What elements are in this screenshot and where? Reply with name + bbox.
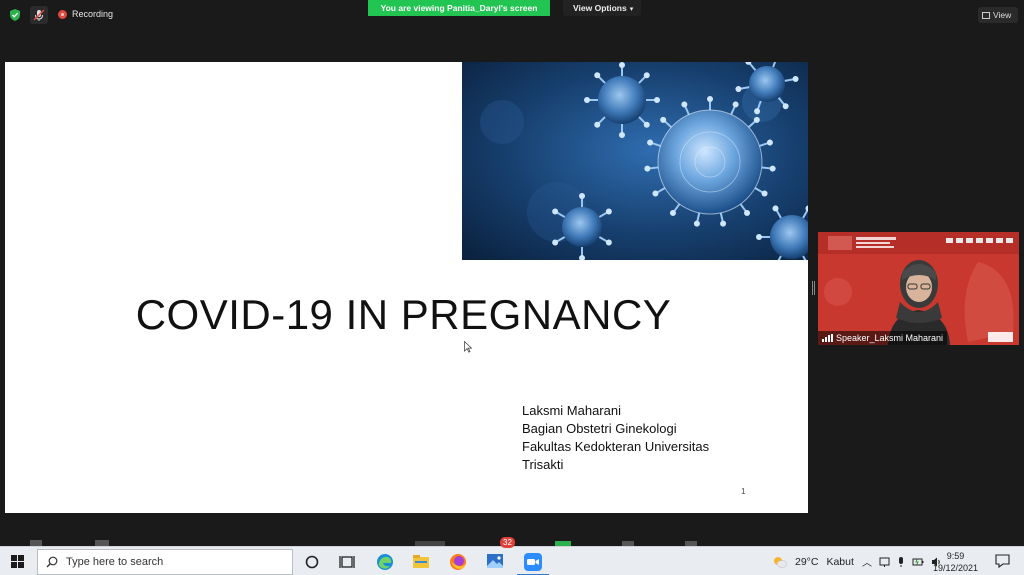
chevron-down-icon: ▾: [629, 6, 634, 13]
view-button[interactable]: View: [978, 7, 1018, 23]
weather-widget[interactable]: 29°C Kabut: [772, 547, 854, 575]
weather-temp: 29°C: [795, 555, 819, 568]
record-icon: [58, 9, 67, 19]
signal-bars-icon: [822, 334, 833, 342]
firefox-icon[interactable]: [447, 551, 469, 573]
author-faculty: Fakultas Kedokteran Universitas: [522, 439, 710, 454]
grid-view-icon: [982, 11, 990, 19]
search-icon: [46, 556, 58, 568]
meeting-top-bar: Recording You are viewing Panitia_Daryl'…: [0, 0, 1024, 30]
cortana-icon[interactable]: [301, 551, 323, 573]
photos-icon: [487, 554, 503, 568]
speaker-video-feed: [818, 232, 1019, 345]
shared-screen-slide[interactable]: COVID-19 IN PREGNANCY Laksmi Maharani Ba…: [5, 62, 808, 513]
speaker-name-label: Speaker_Laksmi Maharani: [818, 331, 948, 345]
slide-title-text: COVID-19 IN PREGNANCY: [135, 291, 672, 338]
clock-time: 9:59: [946, 551, 965, 561]
view-label: View: [993, 10, 1012, 20]
panel-resize-handle[interactable]: [812, 281, 815, 295]
photos-app-button[interactable]: [484, 550, 506, 575]
shield-icon[interactable]: [8, 8, 22, 22]
system-tray: ︿: [862, 547, 942, 575]
recording-label: Recording: [72, 9, 114, 19]
weather-desc: Kabut: [826, 555, 854, 568]
search-placeholder: Type here to search: [66, 556, 164, 568]
network-monitor-icon[interactable]: [879, 556, 890, 568]
taskbar-clock[interactable]: 9:59 19/12/2021: [933, 550, 978, 574]
recording-indicator[interactable]: Recording: [58, 9, 113, 19]
mouse-cursor-icon: [464, 341, 472, 353]
windows-taskbar: Type here to search 29°C Kabut ︿ 9:59 19…: [0, 546, 1024, 575]
viewing-screen-banner: You are viewing Panitia_Daryl's screen: [368, 0, 550, 16]
speaker-name: Speaker_Laksmi Maharani: [836, 333, 944, 343]
slide-author-block: Laksmi Maharani Bagian Obstetri Ginekolo…: [522, 402, 709, 474]
view-options-label: View Options: [573, 3, 627, 13]
microphone-icon[interactable]: [897, 556, 905, 568]
view-options-button[interactable]: View Options ▾: [563, 0, 641, 16]
author-university: Trisakti: [522, 457, 564, 472]
slide-title: COVID-19 IN PREGNANCY: [5, 291, 808, 339]
coronavirus-image: [462, 62, 808, 260]
speaker-video-tile[interactable]: Speaker_Laksmi Maharani: [818, 232, 1019, 345]
mic-muted-icon[interactable]: [30, 6, 48, 24]
slide-page-number: 1: [741, 487, 746, 496]
notification-center-icon[interactable]: [995, 554, 1010, 568]
clock-date: 19/12/2021: [932, 563, 978, 573]
taskbar-search-box[interactable]: Type here to search: [37, 549, 293, 575]
task-view-icon[interactable]: [336, 551, 358, 573]
edge-browser-icon[interactable]: [374, 551, 396, 573]
weather-partly-cloudy-icon: [774, 556, 788, 568]
author-name: Laksmi Maharani: [522, 403, 621, 418]
file-explorer-icon[interactable]: [410, 551, 432, 573]
windows-start-icon[interactable]: [11, 555, 24, 568]
battery-charging-icon[interactable]: [912, 556, 924, 568]
zoom-meeting-window: Recording You are viewing Panitia_Daryl'…: [0, 0, 1024, 575]
notification-badge: 32: [500, 537, 515, 548]
author-department: Bagian Obstetri Ginekologi: [522, 421, 677, 436]
chevron-up-icon[interactable]: ︿: [862, 554, 872, 569]
zoom-app-icon[interactable]: [522, 551, 544, 573]
